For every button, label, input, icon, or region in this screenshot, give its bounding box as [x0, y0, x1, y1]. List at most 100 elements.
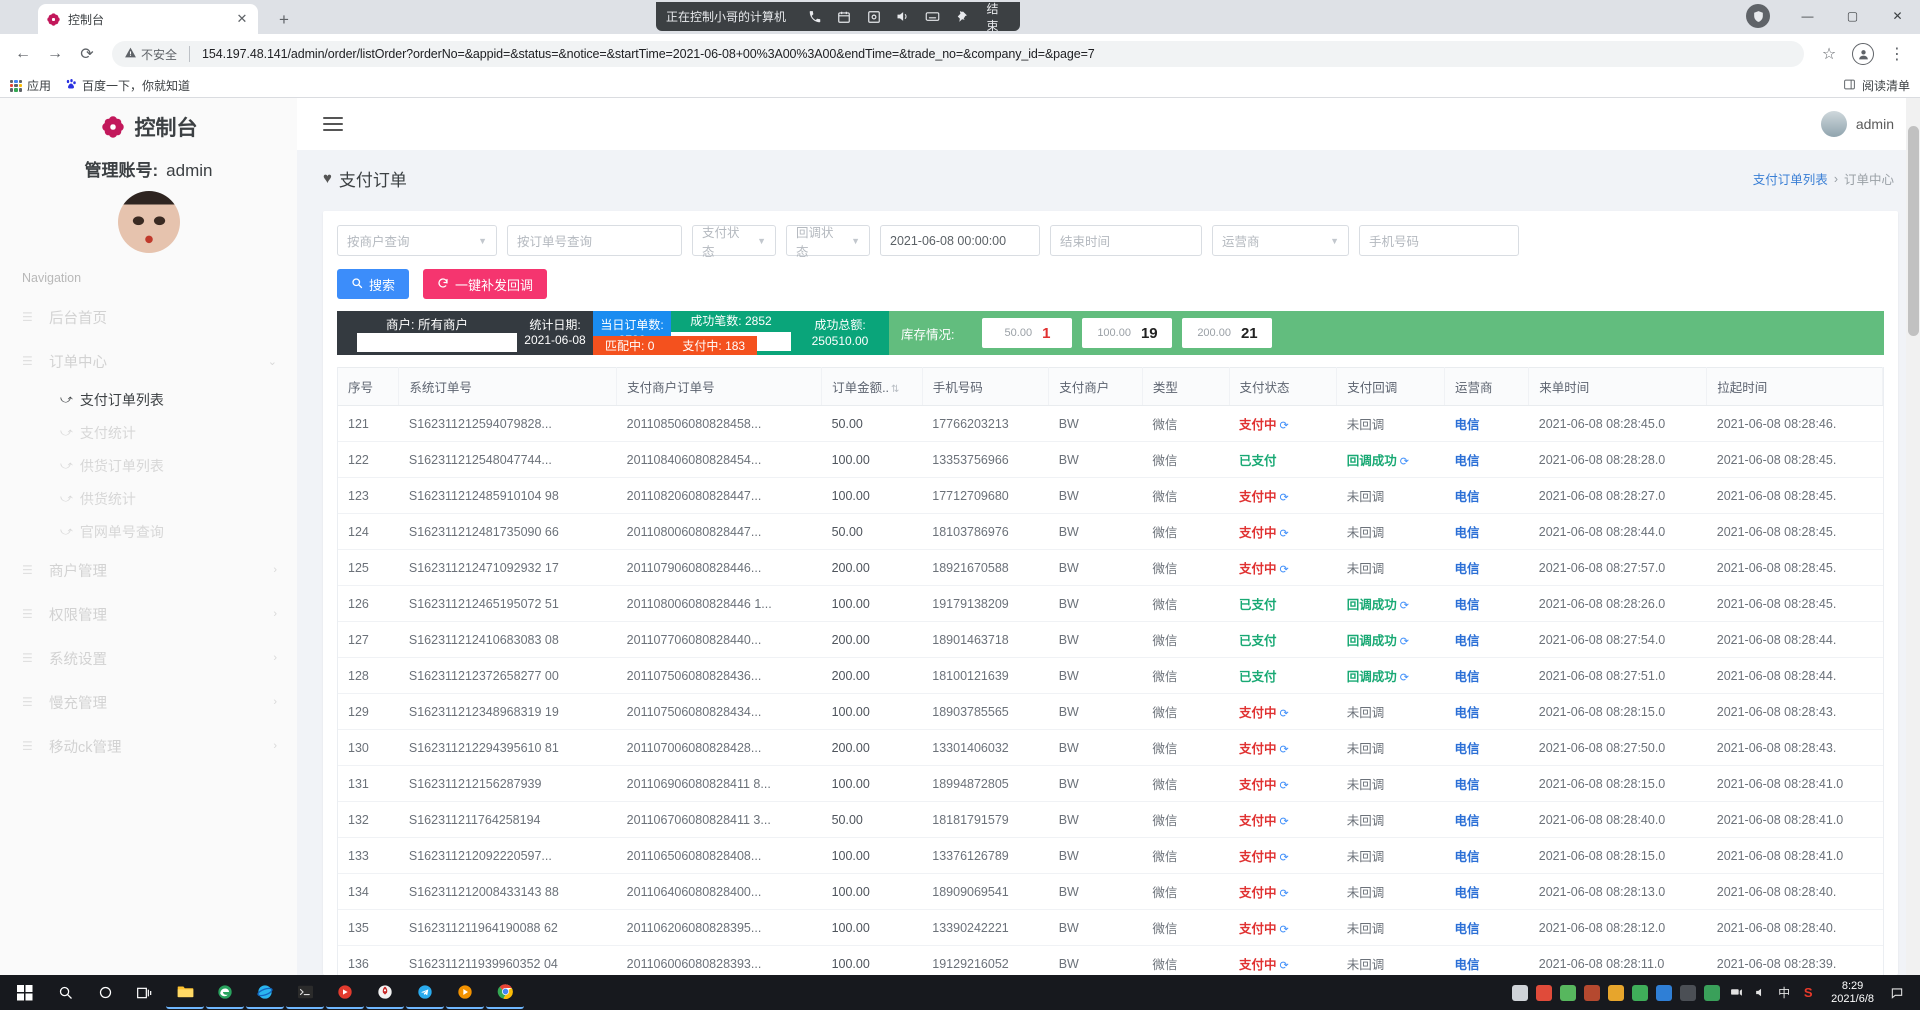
page-scrollbar-thumb[interactable]	[1908, 126, 1919, 336]
browser-tab[interactable]: 控制台 ✕	[38, 4, 258, 34]
pin-icon[interactable]	[947, 6, 976, 28]
window-close-button[interactable]: ✕	[1875, 0, 1920, 32]
media-player-icon[interactable]	[446, 977, 484, 1009]
refresh-icon[interactable]: ⟳	[1280, 780, 1289, 792]
task-view-icon[interactable]	[126, 977, 164, 1009]
pay-status-select[interactable]: 支付状态 ▼	[692, 225, 776, 256]
app-red-icon[interactable]	[326, 977, 364, 1009]
sort-arrows-icon[interactable]: ⇅	[889, 384, 899, 395]
refresh-icon[interactable]: ⟳	[1400, 636, 1409, 648]
notification-icon[interactable]	[1888, 984, 1906, 1002]
minimize-button[interactable]: —	[1785, 0, 1830, 32]
app-rocket-icon[interactable]	[366, 977, 404, 1009]
sidebar-item-home[interactable]: ☰ 后台首页	[0, 295, 297, 339]
battery-icon[interactable]	[1511, 984, 1529, 1002]
sidebar-item-mobile-ck-mgmt[interactable]: ☰ 移动ck管理 ›	[0, 724, 297, 768]
table-row[interactable]: 125S162311212471092932 17201107906080828…	[338, 550, 1883, 586]
ime-indicator[interactable]: 中	[1775, 984, 1793, 1002]
refresh-icon[interactable]: ⟳	[1280, 888, 1289, 900]
maximize-button[interactable]: ▢	[1830, 0, 1875, 32]
windows-start-icon[interactable]	[6, 977, 44, 1009]
refresh-icon[interactable]: ⟳	[1400, 600, 1409, 612]
close-icon[interactable]: ✕	[234, 11, 250, 27]
table-row[interactable]: 131S162311212156287939201106906080828411…	[338, 766, 1883, 802]
merchant-select[interactable]: 按商户查询 ▼	[337, 225, 497, 256]
app7-icon[interactable]	[1679, 984, 1697, 1002]
phone-icon[interactable]	[800, 6, 829, 28]
sidebar-item-supply-order-list[interactable]: ⤻ 供货订单列表	[0, 449, 297, 482]
refresh-icon[interactable]: ⟳	[1280, 852, 1289, 864]
file-explorer-icon[interactable]	[166, 977, 204, 1009]
col-amount[interactable]: 订单金额..⇅	[822, 368, 923, 406]
sidebar-item-permission-mgmt[interactable]: ☰ 权限管理 ›	[0, 592, 297, 636]
speaker-icon[interactable]	[888, 6, 917, 28]
profile-avatar-icon[interactable]	[1848, 39, 1878, 69]
order-no-input[interactable]: 按订单号查询	[507, 225, 682, 256]
refresh-icon[interactable]: ⟳	[1280, 564, 1289, 576]
resend-callback-button[interactable]: 一键补发回调	[423, 269, 547, 299]
app3-icon[interactable]	[1583, 984, 1601, 1002]
network-icon[interactable]	[1727, 984, 1745, 1002]
end-time-input[interactable]: 结束时间	[1050, 225, 1202, 256]
taskbar-clock[interactable]: 8:29 2021/6/8	[1823, 980, 1882, 1006]
refresh-icon[interactable]: ⟳	[1280, 708, 1289, 720]
table-row[interactable]: 129S162311212348968319 19201107506080828…	[338, 694, 1883, 730]
app5-icon[interactable]	[1631, 984, 1649, 1002]
search-button[interactable]: 搜索	[337, 269, 409, 299]
keyboard-icon[interactable]	[918, 6, 947, 28]
bookmark-baidu[interactable]: 百度一下，你就知道	[65, 77, 190, 94]
chrome-menu-icon[interactable]: ⋮	[1882, 39, 1912, 69]
telegram-icon[interactable]	[406, 977, 444, 1009]
sidebar-item-supply-stats[interactable]: ⤻ 供货统计	[0, 482, 297, 515]
app1-icon[interactable]	[1535, 984, 1553, 1002]
app9-icon[interactable]: S	[1799, 984, 1817, 1002]
table-row[interactable]: 123S162311212485910104 98201108206080828…	[338, 478, 1883, 514]
table-row[interactable]: 135S162311211964190088 62201106206080828…	[338, 910, 1883, 946]
table-row[interactable]: 127S162311212410683083 08201107706080828…	[338, 622, 1883, 658]
callback-status-select[interactable]: 回调状态 ▼	[786, 225, 870, 256]
table-row[interactable]: 134S162311212008433143 88201106406080828…	[338, 874, 1883, 910]
table-row[interactable]: 124S162311212481735090 66201108006080828…	[338, 514, 1883, 550]
bookmark-apps[interactable]: 应用	[10, 77, 51, 94]
app6-icon[interactable]	[1655, 984, 1673, 1002]
reading-list-button[interactable]: 阅读清单	[1843, 77, 1910, 94]
table-row[interactable]: 136S162311211939960352 04201106006080828…	[338, 946, 1883, 976]
volume-icon[interactable]	[1751, 984, 1769, 1002]
profile-shield-icon[interactable]	[1746, 4, 1770, 28]
app4-icon[interactable]	[1607, 984, 1625, 1002]
start-time-input[interactable]: 2021-06-08 00:00:00	[880, 225, 1040, 256]
app8-icon[interactable]	[1703, 984, 1721, 1002]
table-row[interactable]: 132S162311211764258194201106706080828411…	[338, 802, 1883, 838]
refresh-icon[interactable]: ⟳	[1280, 924, 1289, 936]
breadcrumb-link[interactable]: 支付订单列表	[1753, 169, 1828, 188]
user-menu[interactable]: admin	[1821, 111, 1894, 137]
calendar-icon[interactable]	[829, 6, 858, 28]
ie-icon[interactable]	[246, 977, 284, 1009]
menu-toggle-icon[interactable]	[323, 113, 343, 135]
refresh-icon[interactable]: ⟳	[1280, 492, 1289, 504]
refresh-icon[interactable]: ⟳	[1280, 960, 1289, 972]
refresh-icon[interactable]: ⟳	[1400, 672, 1409, 684]
sidebar-item-system-settings[interactable]: ☰ 系统设置 ›	[0, 636, 297, 680]
refresh-icon[interactable]: ⟳	[1280, 528, 1289, 540]
screenshot-icon[interactable]	[859, 6, 888, 28]
bookmark-star-icon[interactable]: ☆	[1814, 39, 1844, 69]
phone-input[interactable]: 手机号码	[1359, 225, 1519, 256]
sidebar-item-merchant-mgmt[interactable]: ☰ 商户管理 ›	[0, 548, 297, 592]
sidebar-item-pay-stats[interactable]: ⤻ 支付统计	[0, 416, 297, 449]
new-tab-button[interactable]: +	[272, 8, 296, 32]
end-control-button[interactable]: 结束	[986, 0, 1010, 34]
search-icon[interactable]	[46, 977, 84, 1009]
app2-icon[interactable]	[1559, 984, 1577, 1002]
refresh-icon[interactable]: ⟳	[1280, 816, 1289, 828]
refresh-icon[interactable]: ⟳	[1280, 420, 1289, 432]
table-row[interactable]: 121S162311212594079828...201108506080828…	[338, 406, 1883, 442]
sidebar-item-slow-recharge-mgmt[interactable]: ☰ 慢充管理 ›	[0, 680, 297, 724]
table-row[interactable]: 128S162311212372658277 00201107506080828…	[338, 658, 1883, 694]
operator-select[interactable]: 运营商 ▼	[1212, 225, 1349, 256]
back-icon[interactable]: ←	[8, 39, 38, 69]
cortana-icon[interactable]	[86, 977, 124, 1009]
page-scrollbar[interactable]	[1906, 98, 1920, 975]
terminal-icon[interactable]	[286, 977, 324, 1009]
table-row[interactable]: 122S162311212548047744...201108406080828…	[338, 442, 1883, 478]
